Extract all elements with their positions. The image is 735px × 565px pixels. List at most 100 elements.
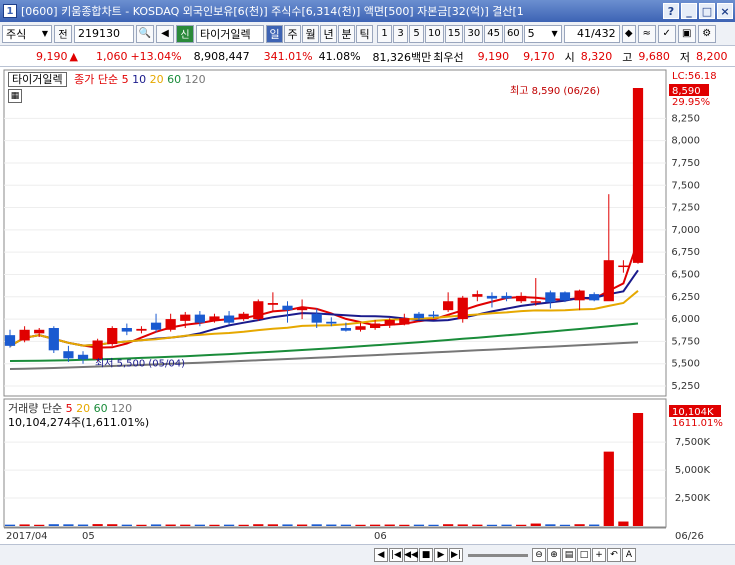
spin-icon[interactable]: ◆ (621, 24, 636, 43)
ma-20[interactable]: 20 (150, 73, 164, 86)
candle-body (428, 314, 439, 317)
gear-icon[interactable]: ⚙ (697, 24, 716, 43)
volume-bar (136, 524, 147, 526)
before-button[interactable]: 전 (54, 24, 72, 43)
volume-bar (618, 521, 629, 526)
interval-15[interactable]: 15 (444, 24, 464, 43)
search-icon[interactable]: 🔍 (136, 24, 154, 43)
text-icon[interactable]: A (622, 548, 636, 562)
candle-body (194, 314, 205, 323)
volume-bar (63, 524, 74, 526)
ma-10[interactable]: 10 (132, 73, 146, 86)
zoom-slider[interactable] (468, 553, 528, 557)
volume-bar (326, 524, 337, 526)
volume-bar (340, 524, 352, 526)
x-label-last: 06/26 (675, 531, 704, 542)
candle-body (413, 313, 425, 319)
speaker-icon[interactable]: ◀ (156, 24, 174, 43)
up-arrow-icon: ▲ (69, 50, 78, 63)
next-icon[interactable]: ▶ (434, 548, 448, 562)
candle-body (384, 319, 395, 326)
y-tick-label: 8,250 (671, 113, 700, 124)
candle-body (589, 294, 600, 301)
help-button[interactable]: ? (663, 3, 679, 19)
candle-body (486, 295, 498, 299)
y-tick-label: 7,500 (671, 180, 700, 191)
open-price: 8,320 (580, 50, 613, 63)
period-week[interactable]: 주 (284, 24, 301, 43)
volume-bar (311, 524, 322, 526)
ma-label[interactable]: 종가 단순 (74, 73, 118, 86)
chart-icon[interactable]: ▤ (562, 548, 576, 562)
prev-icon[interactable]: ◀◀ (404, 548, 418, 562)
zoom-in-icon[interactable]: ⊕ (547, 548, 561, 562)
chart-area[interactable]: 8,250 8,000 7,750 7,500 7,250 7,000 6,750 6,500… (0, 68, 735, 548)
scroll-left-icon[interactable]: ◀ (374, 548, 388, 562)
ma-60[interactable]: 60 (167, 73, 181, 86)
interval-3[interactable]: 3 (393, 24, 408, 43)
candle-body (209, 316, 220, 321)
interval-1[interactable]: 1 (377, 24, 392, 43)
interval-5[interactable]: 5 (409, 24, 424, 43)
y-tick-label: 6,750 (671, 247, 700, 258)
stock-name-box[interactable]: 타이거일렉 (8, 72, 67, 87)
volume-bar (77, 524, 89, 526)
compare-icon[interactable]: ≈ (637, 24, 656, 43)
market-value: 주식 (6, 27, 27, 41)
minimize-button[interactable]: _ (681, 3, 697, 19)
page-indicator[interactable]: 41/432 (563, 24, 620, 43)
count-input[interactable]: 5 ▼ (523, 24, 562, 43)
maximize-button[interactable]: □ (699, 3, 715, 19)
period-minute[interactable]: 분 (338, 24, 355, 43)
code-input[interactable]: 219130 (74, 24, 134, 43)
stop-icon[interactable]: ■ (419, 548, 433, 562)
volume-bar (370, 524, 381, 526)
fit-icon[interactable]: □ (577, 548, 591, 562)
save-icon[interactable]: ▣ (677, 24, 696, 43)
candle-body (180, 314, 191, 321)
chart-svg[interactable]: 8,250 8,000 7,750 7,500 7,250 7,000 6,750 6,500… (0, 68, 735, 544)
back-icon[interactable]: ↶ (607, 548, 621, 562)
interval-30[interactable]: 30 (464, 24, 484, 43)
candle-body (326, 321, 337, 324)
volume-bar (574, 524, 585, 526)
candle-body (107, 328, 118, 345)
close-button[interactable]: × (717, 3, 733, 19)
interval-45[interactable]: 45 (484, 24, 503, 43)
first-icon[interactable]: |◀ (389, 548, 403, 562)
window-titlebar: 1 [0600] 키움종합차트 - KOSDAQ 외국인보유[6(천)] 주식수… (0, 0, 735, 22)
candle-body (282, 305, 293, 311)
interval-10[interactable]: 10 (425, 24, 444, 43)
bottom-nav-bar: ◀ |◀ ◀◀ ■ ▶ ▶| ⊖ ⊕ ▤ □ + ↶ A (0, 544, 735, 565)
current-price-tag: 8,590 (672, 86, 701, 97)
interval-60[interactable]: 60 (503, 24, 523, 43)
ma-5[interactable]: 5 (122, 73, 129, 86)
lc-tag: LC:56.18 (672, 71, 717, 82)
candle-body (77, 354, 89, 360)
period-month[interactable]: 월 (302, 24, 319, 43)
ma-120[interactable]: 120 (185, 73, 206, 86)
last-icon[interactable]: ▶| (449, 548, 463, 562)
volume-bar (589, 524, 600, 526)
volume-bar (384, 524, 395, 526)
y-tick-label: 8,000 (671, 136, 700, 147)
toolbar: 주식 ▼ 전 219130 🔍 ◀ 신 타이거일렉 일 주 월 년 분 틱 1 3… (0, 22, 735, 46)
period-tick[interactable]: 틱 (356, 24, 373, 43)
chevron-down-icon: ▼ (41, 29, 48, 38)
candle-body (121, 328, 132, 332)
low-price: 8,200 (696, 50, 728, 63)
volume-bar (194, 524, 205, 526)
volume-value: 10,104,274주(1,611.01%) (8, 416, 150, 429)
y-tick-label: 5,250 (671, 381, 700, 392)
volume-bar (223, 524, 235, 526)
market-select[interactable]: 주식 ▼ (2, 24, 52, 43)
count-value: 5 (527, 27, 535, 40)
period-day[interactable]: 일 (266, 24, 283, 43)
zoom-out-icon[interactable]: ⊖ (532, 548, 546, 562)
volume-bar (165, 524, 176, 526)
period-year[interactable]: 년 (320, 24, 337, 43)
link-icon[interactable]: ✓ (657, 24, 676, 43)
volume-bar (180, 524, 191, 526)
calendar-icon[interactable]: ▦ (8, 89, 22, 103)
crosshair-icon[interactable]: + (592, 548, 606, 562)
